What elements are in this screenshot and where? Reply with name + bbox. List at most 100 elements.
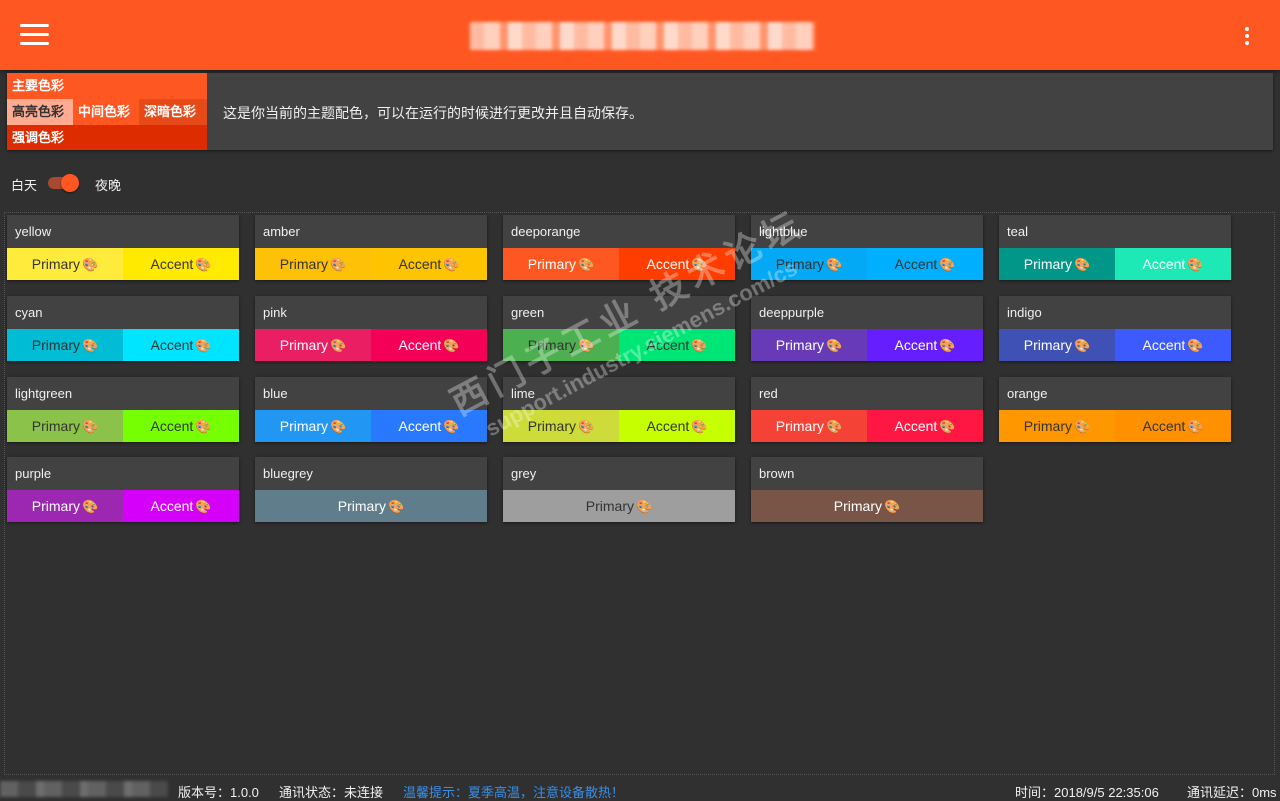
primary-button[interactable]: Primary 🎨 [999, 248, 1115, 280]
accent-button[interactable]: Accent 🎨 [619, 410, 735, 442]
palette-card-brown: brown Primary 🎨 [751, 457, 983, 522]
accent-button[interactable]: Accent 🎨 [619, 248, 735, 280]
primary-button[interactable]: Primary 🎨 [751, 248, 867, 280]
accent-label: Accent [150, 337, 194, 353]
accent-button[interactable]: Accent 🎨 [123, 490, 239, 522]
palette-name: lightblue [759, 224, 808, 239]
accent-button[interactable]: Accent 🎨 [867, 410, 983, 442]
primary-label: Primary [775, 256, 825, 272]
primary-button[interactable]: Primary 🎨 [751, 410, 867, 442]
palette-card-amber: amber Primary 🎨 Accent 🎨 [255, 215, 487, 280]
accent-button[interactable]: Accent 🎨 [619, 329, 735, 361]
primary-button[interactable]: Primary 🎨 [255, 248, 371, 280]
version-text: 版本号：1.0.0 [178, 785, 259, 800]
palette-name: yellow [15, 224, 52, 239]
primary-button[interactable]: Primary 🎨 [503, 490, 735, 522]
primary-button[interactable]: Primary 🎨 [7, 329, 123, 361]
palette-icon: 🎨 [884, 499, 901, 514]
status-bar: 版本号：1.0.0 通讯状态：未连接 温馨提示：夏季高温，注意设备散热！ 时间：… [0, 776, 1280, 800]
palette-icon: 🎨 [330, 338, 347, 353]
primary-label: Primary [585, 498, 635, 514]
current-theme-panel: 主要色彩 高亮色彩 中间色彩 深暗色彩 强调色彩 这是你当前的主题配色，可以在运… [7, 73, 1273, 150]
primary-label: Primary [527, 418, 577, 434]
palette-icon: 🎨 [939, 338, 956, 353]
palette-card-green: green Primary 🎨 Accent 🎨 [503, 296, 735, 361]
palette-icon: 🎨 [578, 338, 595, 353]
accent-label: Accent [894, 256, 938, 272]
day-label: 白天 [11, 178, 38, 193]
accent-button[interactable]: Accent 🎨 [123, 248, 239, 280]
primary-button[interactable]: Primary 🎨 [503, 248, 619, 280]
accent-button[interactable]: Accent 🎨 [371, 410, 487, 442]
palette-icon: 🎨 [636, 499, 653, 514]
accent-button[interactable]: Accent 🎨 [371, 248, 487, 280]
palette-name: red [759, 386, 778, 401]
palette-card-pink: pink Primary 🎨 Accent 🎨 [255, 296, 487, 361]
theme-swatch: 主要色彩 高亮色彩 中间色彩 深暗色彩 强调色彩 [7, 73, 207, 150]
palette-name: bluegrey [263, 466, 313, 481]
palette-icon: 🎨 [195, 257, 212, 272]
accent-button[interactable]: Accent 🎨 [123, 410, 239, 442]
palette-icon: 🎨 [1187, 338, 1204, 353]
accent-button[interactable]: Accent 🎨 [1115, 410, 1231, 442]
palette-name: indigo [1007, 305, 1042, 320]
redacted-title [470, 22, 815, 50]
app-toolbar [0, 0, 1280, 70]
palette-card-yellow: yellow Primary 🎨 Accent 🎨 [7, 215, 239, 280]
accent-button[interactable]: Accent 🎨 [123, 329, 239, 361]
redacted-logo [0, 781, 168, 797]
comm-status-text: 通讯状态：未连接 [279, 785, 384, 800]
primary-button[interactable]: Primary 🎨 [255, 490, 487, 522]
day-night-toggle[interactable] [48, 174, 79, 192]
palette-card-orange: orange Primary 🎨 Accent 🎨 [999, 377, 1231, 442]
accent-button[interactable]: Accent 🎨 [1115, 329, 1231, 361]
palette-icon: 🎨 [330, 257, 347, 272]
primary-button[interactable]: Primary 🎨 [751, 490, 983, 522]
palette-icon: 🎨 [195, 419, 212, 434]
more-vert-icon[interactable] [1244, 27, 1250, 45]
primary-button[interactable]: Primary 🎨 [999, 329, 1115, 361]
accent-button[interactable]: Accent 🎨 [867, 248, 983, 280]
primary-label: Primary [1023, 256, 1073, 272]
palette-name: lime [511, 386, 535, 401]
palette-icon: 🎨 [443, 338, 460, 353]
accent-button[interactable]: Accent 🎨 [867, 329, 983, 361]
primary-button[interactable]: Primary 🎨 [7, 490, 123, 522]
accent-label: Accent [646, 418, 690, 434]
primary-button[interactable]: Primary 🎨 [751, 329, 867, 361]
primary-button[interactable]: Primary 🎨 [7, 248, 123, 280]
primary-button[interactable]: Primary 🎨 [999, 410, 1115, 442]
dark-color-label: 深暗色彩 [139, 99, 207, 125]
menu-icon[interactable] [20, 24, 49, 46]
primary-label: Primary [279, 256, 329, 272]
palette-icon: 🎨 [388, 499, 405, 514]
primary-label: Primary [775, 337, 825, 353]
accent-button[interactable]: Accent 🎨 [1115, 248, 1231, 280]
palette-icon: 🎨 [82, 499, 99, 514]
accent-label: Accent [398, 337, 442, 353]
palette-card-cyan: cyan Primary 🎨 Accent 🎨 [7, 296, 239, 361]
palette-card-deeppurple: deeppurple Primary 🎨 Accent 🎨 [751, 296, 983, 361]
primary-label: Primary [527, 256, 577, 272]
accent-label: Accent [894, 418, 938, 434]
palette-icon: 🎨 [691, 257, 708, 272]
palette-icon: 🎨 [826, 338, 843, 353]
accent-label: Accent [646, 256, 690, 272]
palette-card-blue: blue Primary 🎨 Accent 🎨 [255, 377, 487, 442]
palette-card-grey: grey Primary 🎨 [503, 457, 735, 522]
primary-button[interactable]: Primary 🎨 [255, 329, 371, 361]
palette-icon: 🎨 [1187, 257, 1204, 272]
palette-name: deeporange [511, 224, 581, 239]
primary-label: Primary [527, 337, 577, 353]
primary-button[interactable]: Primary 🎨 [503, 329, 619, 361]
accent-label: Accent [398, 418, 442, 434]
palette-icon: 🎨 [82, 338, 99, 353]
palette-card-lightblue: lightblue Primary 🎨 Accent 🎨 [751, 215, 983, 280]
primary-button[interactable]: Primary 🎨 [255, 410, 371, 442]
accent-button[interactable]: Accent 🎨 [371, 329, 487, 361]
accent-label: Accent [1142, 256, 1186, 272]
primary-button[interactable]: Primary 🎨 [7, 410, 123, 442]
primary-label: Primary [279, 418, 329, 434]
palette-icon: 🎨 [82, 419, 99, 434]
primary-button[interactable]: Primary 🎨 [503, 410, 619, 442]
